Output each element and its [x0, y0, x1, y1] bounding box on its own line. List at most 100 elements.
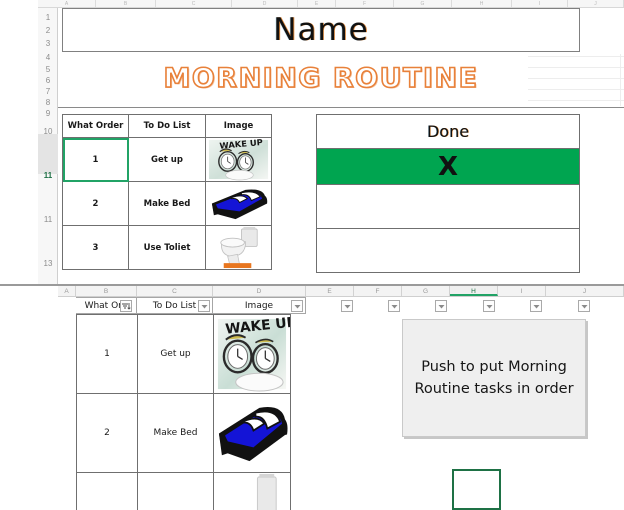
cell-image-3[interactable]	[213, 472, 291, 510]
cell-image-2[interactable]	[205, 181, 272, 226]
cell-image-3[interactable]	[205, 225, 272, 270]
column-header-f[interactable]: F	[354, 286, 402, 296]
column-header-j[interactable]: J	[568, 0, 624, 7]
table-row[interactable]: 2 Make Bed	[62, 181, 272, 226]
table-row[interactable]: 3 Use Toliet	[62, 225, 272, 270]
bottom-column-header-strip[interactable]: A B C D E F G H I J	[58, 286, 624, 297]
table-row[interactable]	[316, 184, 580, 229]
push-button-label: Push to put Morning Routine tasks in ord…	[414, 358, 574, 397]
filter-dropdown-icon[interactable]	[578, 300, 590, 312]
filter-dropdown-icon[interactable]	[198, 300, 210, 312]
column-header-e[interactable]: E	[306, 286, 354, 296]
column-header-a[interactable]: A	[38, 0, 96, 7]
filter-dropdown-icon[interactable]	[291, 300, 303, 312]
cell-order-1[interactable]: 1	[62, 137, 129, 182]
column-header-i[interactable]: I	[498, 286, 546, 296]
sort-filter-icon[interactable]	[120, 300, 132, 312]
cell-order-3[interactable]	[76, 472, 138, 510]
done-cell-2[interactable]	[316, 184, 580, 229]
cell-order-2[interactable]: 2	[62, 181, 129, 226]
routine-table-top: What Order To Do List Image 1 Get up WAK…	[62, 114, 272, 270]
column-header-h[interactable]: H	[452, 0, 512, 7]
column-header-a[interactable]: A	[58, 286, 76, 296]
cell-image-2[interactable]	[213, 393, 291, 473]
row-number-9[interactable]: 9	[38, 109, 58, 118]
routine-table-bottom: 1 Get up WAKE UP 2 Make Bed	[76, 314, 291, 510]
wordart-text: MORNING ROUTINE	[163, 62, 479, 95]
name-title-box[interactable]: Name	[62, 8, 580, 52]
active-cell-outline[interactable]	[452, 469, 501, 510]
row-number-13[interactable]: 13	[38, 259, 58, 268]
gridline	[58, 107, 624, 108]
alarm-clock-wake-up-icon: WAKE UP	[215, 316, 290, 393]
row-number-10[interactable]: 10	[38, 127, 58, 136]
cell-image-1[interactable]: WAKE UP	[213, 314, 291, 394]
table-row[interactable]	[316, 228, 580, 273]
column-header-h[interactable]: H	[450, 286, 498, 296]
toilet-icon	[215, 473, 290, 510]
cell-order-3[interactable]: 3	[62, 225, 129, 270]
row-number-12[interactable]: 11	[38, 215, 58, 224]
header-done: Done	[316, 114, 580, 149]
row-number-11[interactable]: 11	[38, 171, 58, 180]
table-header-row: What Order To Do List Image	[62, 114, 272, 138]
column-header-g[interactable]: G	[394, 0, 452, 7]
filter-dropdown-icon[interactable]	[435, 300, 447, 312]
row-number-1[interactable]: 1	[38, 13, 58, 22]
top-pane: A B C D E F G H I J 1 2 3 4 5 6 7 8 9 10…	[0, 0, 624, 285]
cell-todo-3[interactable]	[137, 472, 214, 510]
cell-todo-1[interactable]: Get up	[137, 314, 214, 394]
table-row[interactable]: 2 Make Bed	[76, 393, 291, 473]
column-header-b[interactable]: B	[96, 0, 156, 7]
done-table: Done X	[316, 114, 580, 273]
column-header-c[interactable]: C	[156, 0, 232, 7]
row-number-6[interactable]: 6	[38, 76, 58, 85]
spreadsheet-screen: A B C D E F G H I J 1 2 3 4 5 6 7 8 9 10…	[0, 0, 624, 510]
row-number-4[interactable]: 4	[38, 53, 58, 62]
table-row[interactable]: X	[316, 148, 580, 185]
column-header-b[interactable]: B	[76, 286, 137, 296]
cell-todo-2[interactable]: Make Bed	[137, 393, 214, 473]
row-selection-band	[38, 134, 58, 174]
row-number-gutter: 1 2 3 4 5 6 7 8 9 10 11 11 13	[38, 8, 58, 285]
done-cell-1[interactable]: X	[316, 148, 580, 185]
row-number-8[interactable]: 8	[38, 98, 58, 107]
cell-image-1[interactable]: WAKE UP	[205, 137, 272, 182]
column-header-d[interactable]: D	[213, 286, 306, 296]
column-header-f[interactable]: F	[336, 0, 394, 7]
cell-todo-1[interactable]: Get up	[128, 137, 206, 182]
header-what-order: What Order	[62, 114, 129, 138]
filter-dropdown-icon[interactable]	[341, 300, 353, 312]
column-header-i[interactable]: I	[512, 0, 568, 7]
column-header-e[interactable]: E	[298, 0, 336, 7]
column-header-j[interactable]: J	[546, 286, 624, 296]
filter-dropdown-icon[interactable]	[388, 300, 400, 312]
filter-dropdown-icon[interactable]	[530, 300, 542, 312]
cell-todo-2[interactable]: Make Bed	[128, 181, 206, 226]
cell-order-2[interactable]: 2	[76, 393, 138, 473]
top-column-header-strip[interactable]: A B C D E F G H I J	[38, 0, 624, 8]
row-number-7[interactable]: 7	[38, 87, 58, 96]
row-number-3[interactable]: 3	[38, 39, 58, 48]
header-to-do-list: To Do List	[128, 114, 206, 138]
cell-order-1[interactable]: 1	[76, 314, 138, 394]
done-header-row: Done	[316, 114, 580, 149]
filter-dropdown-icon[interactable]	[483, 300, 495, 312]
column-header-c[interactable]: C	[137, 286, 213, 296]
done-cell-3[interactable]	[316, 228, 580, 273]
row-number-5[interactable]: 5	[38, 65, 58, 74]
column-header-d[interactable]: D	[232, 0, 298, 7]
table-row[interactable]	[76, 472, 291, 510]
alarm-clock-wake-up-icon: WAKE UP	[207, 139, 271, 181]
cell-todo-3[interactable]: Use Toliet	[128, 225, 206, 270]
gridline	[528, 100, 624, 101]
row-number-2[interactable]: 2	[38, 26, 58, 35]
table-row[interactable]: 1 Get up WAKE UP	[76, 314, 291, 394]
page-title: Name	[273, 12, 369, 48]
push-to-order-button[interactable]: Push to put Morning Routine tasks in ord…	[402, 319, 586, 437]
bottom-pane: A B C D E F G H I J What Ord To Do List …	[0, 286, 624, 510]
bed-icon	[215, 395, 290, 472]
autofilter-header-row: What Ord To Do List Image	[0, 297, 624, 314]
column-header-g[interactable]: G	[402, 286, 450, 296]
table-row[interactable]: 1 Get up WAKE UP	[62, 137, 272, 182]
